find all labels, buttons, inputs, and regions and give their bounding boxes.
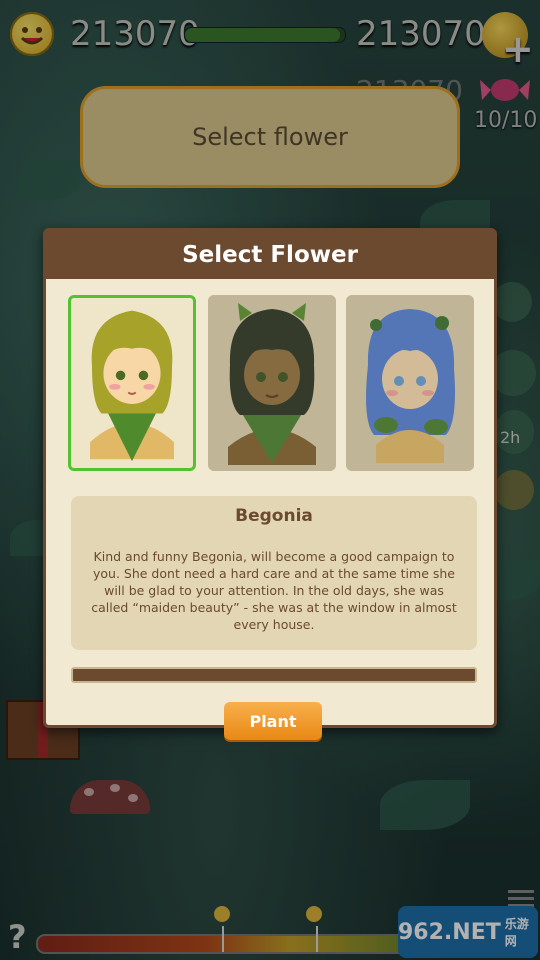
begonia-portrait <box>90 310 174 462</box>
flower-card-begonia[interactable] <box>68 295 196 471</box>
flower-card-blue-haired[interactable] <box>346 295 474 471</box>
dialog-header: Select Flower <box>46 231 494 279</box>
blue-haired-flower-portrait <box>366 309 455 463</box>
dark-haired-flower-portrait <box>228 303 316 465</box>
flower-cards <box>68 295 476 479</box>
select-flower-dialog: Select Flower Begonia Kind and funny Beg… <box>43 228 497 740</box>
flower-description-panel: Begonia Kind and funny Begonia, will bec… <box>71 496 477 650</box>
dialog-title: Select Flower <box>182 242 358 268</box>
plant-button[interactable]: Plant <box>224 702 322 740</box>
flower-name: Begonia <box>235 506 313 526</box>
growth-progress-bar <box>71 667 477 683</box>
flower-description: Kind and funny Begonia, will become a go… <box>91 549 457 632</box>
flower-card-dark-haired[interactable] <box>208 295 336 471</box>
